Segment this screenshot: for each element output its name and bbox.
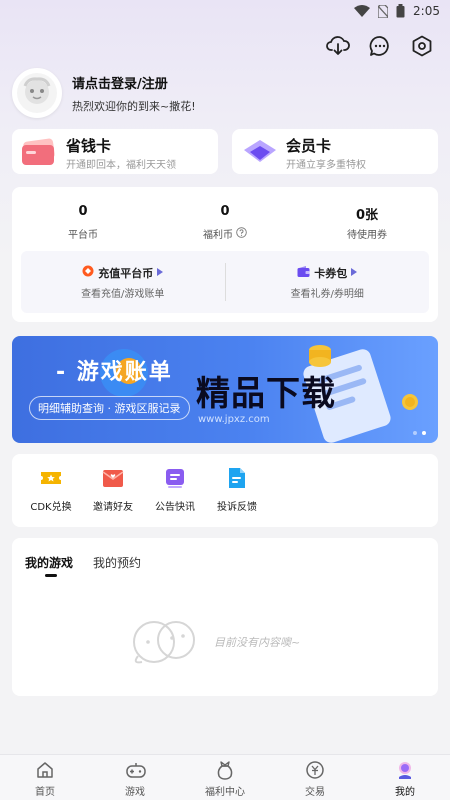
platform-coin-value: 0 (78, 204, 88, 219)
download-cloud-icon[interactable] (326, 34, 350, 58)
welcome-text: 热烈欢迎你的到来~撒花! (72, 99, 196, 113)
nav-games[interactable]: 游戏 (90, 755, 180, 800)
recharge-arrow-icon (157, 266, 164, 279)
announcement-button[interactable]: 公告快讯 (144, 454, 206, 527)
quick-actions: CDK兑换 邀请好友 公告快讯 投诉反馈 (12, 454, 438, 527)
coupon-label: 待使用券 (347, 230, 387, 241)
banner-dot[interactable] (413, 431, 417, 435)
battery-icon (396, 4, 405, 18)
wallet-box: 充值平台币 查看充值/游戏账单 卡券包 查看礼券/券明细 (21, 251, 429, 313)
coupon-value: 0张 (355, 208, 379, 223)
nav-mine-label: 我的 (395, 787, 415, 798)
recharge-subtitle: 查看充值/游戏账单 (81, 288, 165, 300)
no-sim-icon (378, 4, 389, 18)
welfare-coin-value: 0 (220, 204, 230, 219)
invite-friends-button[interactable]: 邀请好友 (82, 454, 144, 527)
profile-section[interactable]: 请点击登录/注册 热烈欢迎你的到来~撒花! (12, 68, 196, 118)
nav-home-label: 首页 (35, 787, 55, 798)
watermark-text: 精品下载 (196, 374, 336, 414)
coupon-arrow-icon (351, 266, 358, 279)
platform-coin-label: 平台币 (68, 230, 98, 241)
recharge-button[interactable]: 充值平台币 查看充值/游戏账单 (21, 265, 225, 300)
nav-games-label: 游戏 (125, 787, 145, 798)
promo-banner[interactable]: - 游戏账单 明细辅助查询 · 游戏区服记录 精品下载 www.jpxz.com (12, 336, 438, 443)
savings-card-icon (20, 138, 60, 170)
platform-coin-stat[interactable]: 0 平台币 (18, 204, 148, 241)
nav-welfare-label: 福利中心 (205, 787, 245, 798)
tab-my-games-label: 我的游戏 (25, 556, 74, 570)
recharge-title: 充值平台币 (98, 266, 154, 280)
coupon-stat[interactable]: 0张 待使用券 (302, 204, 432, 241)
invite-envelope-icon (101, 466, 125, 490)
watermark-url: www.jpxz.com (198, 414, 270, 425)
member-card-subtitle: 开通立享多重特权 (286, 160, 366, 171)
feedback-doc-icon (225, 466, 249, 490)
banner-title: - 游戏账单 (56, 360, 173, 385)
trade-coin-icon (305, 760, 325, 780)
bottom-nav: 首页 游戏 福利中心 交易 我的 (0, 754, 450, 800)
empty-cloud-icon (128, 612, 204, 672)
nav-home[interactable]: 首页 (0, 755, 90, 800)
nav-welfare[interactable]: 福利中心 (180, 755, 270, 800)
games-tabs: 我的游戏 我的预约 (12, 538, 438, 577)
status-time: 2:05 (413, 4, 440, 18)
nav-mine[interactable]: 我的 (360, 755, 450, 800)
savings-card-subtitle: 开通即回本，福利天天领 (66, 160, 176, 171)
coupon-pack-button[interactable]: 卡券包 查看礼券/券明细 (226, 265, 430, 300)
active-tab-indicator (45, 574, 57, 577)
empty-state-text: 目前没有内容噢~ (214, 636, 301, 649)
status-bar: 2:05 (0, 0, 450, 22)
empty-state: 目前没有内容噢~ (128, 612, 300, 672)
coupon-pack-subtitle: 查看礼券/券明细 (290, 288, 364, 300)
feedback-button[interactable]: 投诉反馈 (206, 454, 268, 527)
profile-avatar-icon (395, 760, 415, 780)
membership-cards: 省钱卡 开通即回本，福利天天领 会员卡 开通立享多重特权 (12, 129, 438, 174)
savings-card-title: 省钱卡 (66, 137, 112, 155)
cdk-ticket-icon (39, 466, 63, 490)
banner-dot-active[interactable] (422, 431, 426, 435)
nav-trade[interactable]: 交易 (270, 755, 360, 800)
coupon-pack-title: 卡券包 (314, 266, 348, 280)
assets-panel: 0 平台币 0 福利币 0张 待使用券 充值平台币 查看充值/游戏账单 卡券包 … (12, 187, 438, 322)
announcement-label: 公告快讯 (155, 502, 195, 513)
banner-subtitle: 明细辅助查询 · 游戏区服记录 (29, 396, 190, 420)
invite-friends-label: 邀请好友 (93, 502, 133, 513)
header-actions (326, 34, 434, 58)
announcement-icon (163, 466, 187, 490)
message-icon[interactable] (368, 34, 392, 58)
settings-icon[interactable] (410, 34, 434, 58)
banner-pagination (413, 431, 426, 435)
wallet-icon (297, 265, 310, 280)
login-register-link[interactable]: 请点击登录/注册 (72, 73, 196, 92)
gamepad-icon (125, 760, 146, 780)
tab-my-games[interactable]: 我的游戏 (25, 554, 74, 577)
help-icon[interactable] (236, 226, 247, 241)
welfare-coin-stat[interactable]: 0 福利币 (160, 204, 290, 241)
feedback-label: 投诉反馈 (217, 502, 257, 513)
tab-my-reservations[interactable]: 我的预约 (93, 554, 141, 571)
savings-card[interactable]: 省钱卡 开通即回本，福利天天领 (12, 129, 218, 174)
wifi-icon (354, 5, 371, 17)
nav-trade-label: 交易 (305, 787, 325, 798)
member-card-title: 会员卡 (286, 137, 332, 155)
cdk-exchange-button[interactable]: CDK兑换 (20, 454, 82, 527)
member-card[interactable]: 会员卡 开通立享多重特权 (232, 129, 438, 174)
welfare-coin-label: 福利币 (203, 230, 233, 241)
tab-my-reservations-label: 我的预约 (93, 556, 142, 570)
member-card-icon (240, 138, 280, 170)
recharge-coin-icon (82, 265, 94, 280)
home-icon (35, 760, 55, 780)
avatar[interactable] (12, 68, 62, 118)
cdk-exchange-label: CDK兑换 (30, 502, 72, 513)
gift-bag-icon (215, 760, 235, 780)
my-games-panel: 我的游戏 我的预约 目前没有内容噢~ (12, 538, 438, 696)
